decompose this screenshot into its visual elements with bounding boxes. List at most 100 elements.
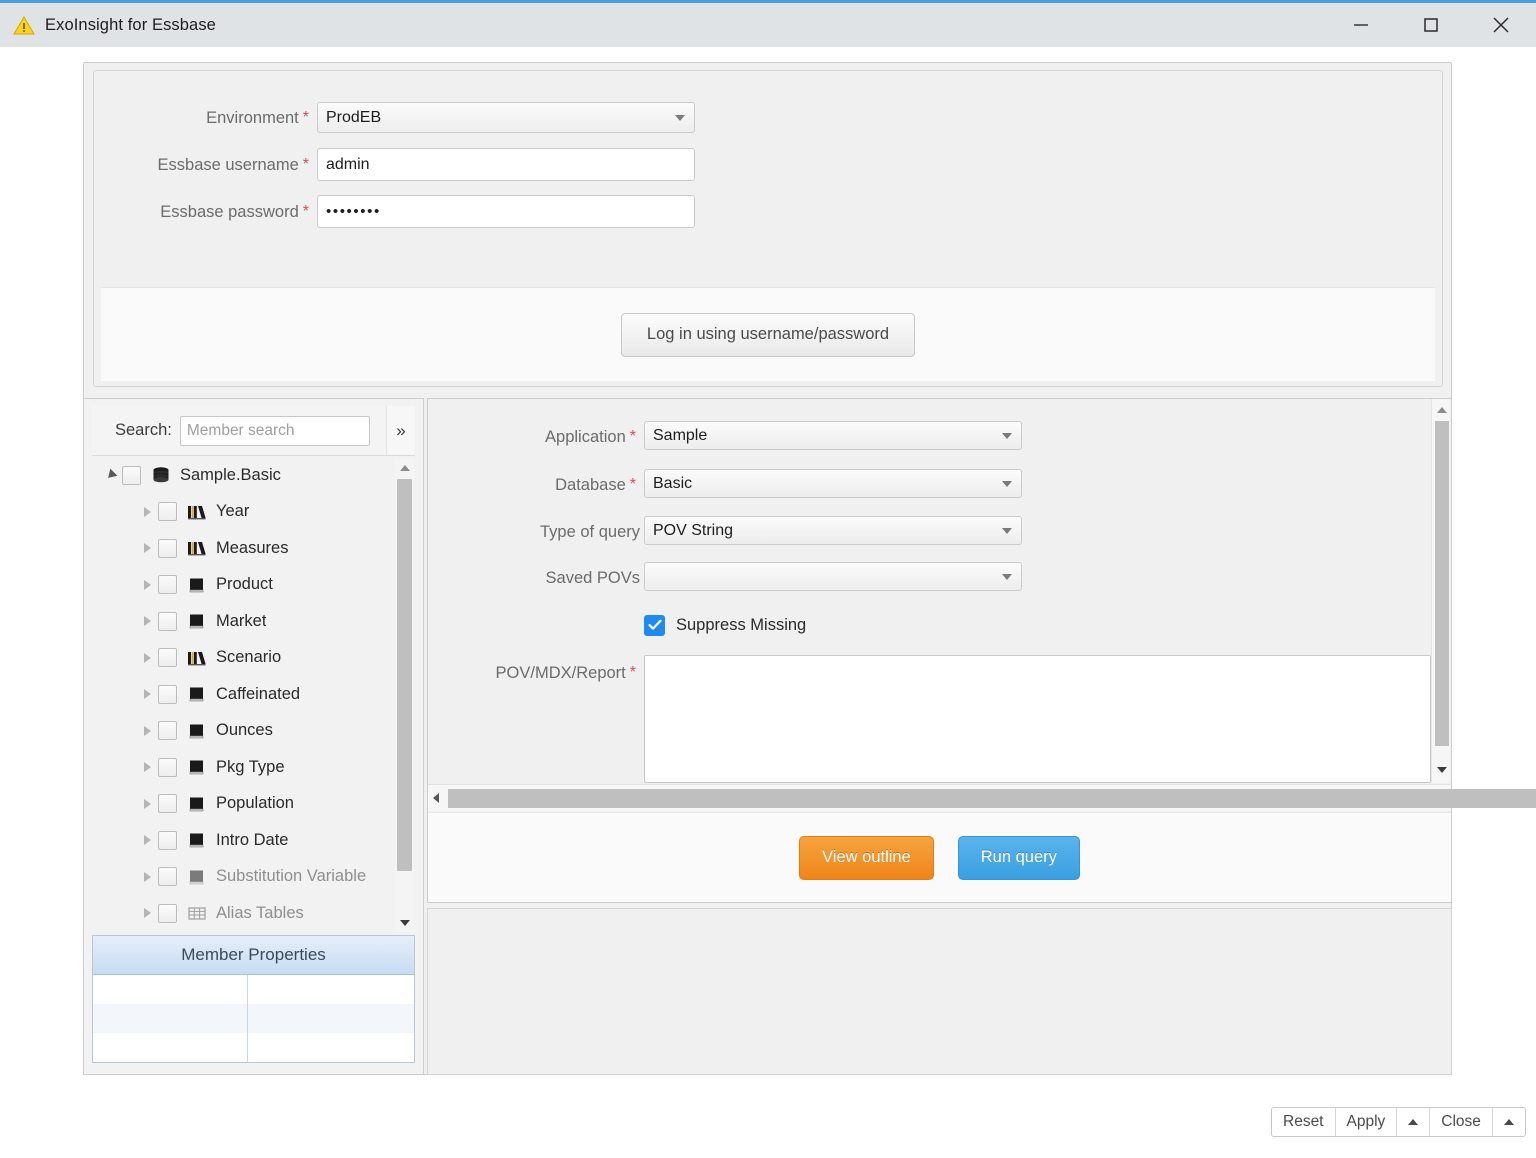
login-button[interactable]: Log in using username/password [620, 312, 916, 357]
tree-node-root[interactable]: Sample.Basic [92, 457, 415, 494]
results-panel [427, 908, 1452, 1075]
tree-checkbox[interactable] [158, 867, 177, 887]
dense-dimension-icon [187, 758, 207, 776]
password-required-marker: * [302, 203, 309, 220]
query-horizontal-scrollbar[interactable] [428, 784, 1536, 812]
tree-node-ounces[interactable]: Ounces [92, 713, 415, 750]
tree-node-measures[interactable]: Measures [92, 530, 415, 567]
view-outline-button[interactable]: View outline [799, 835, 934, 880]
dense-dimension-icon [187, 685, 207, 703]
saved-povs-label: Saved POVs [545, 568, 640, 587]
scroll-down-icon[interactable] [1432, 761, 1451, 779]
database-select[interactable]: Basic [644, 469, 1022, 498]
tree-expand-arrow-icon[interactable] [136, 689, 158, 700]
tree-expand-arrow-icon[interactable] [136, 835, 158, 846]
username-value: admin [326, 155, 370, 173]
tree-checkbox[interactable] [158, 502, 177, 522]
tree-expand-arrow-icon[interactable] [136, 506, 158, 517]
tree-checkbox[interactable] [158, 648, 177, 668]
sparse-dimension-icon [187, 649, 207, 667]
footer-dropdown-caret-icon[interactable] [1397, 1108, 1431, 1136]
query-scrollbar-thumb[interactable] [1435, 421, 1449, 746]
type-of-query-select[interactable]: POV String [644, 516, 1022, 545]
scroll-left-icon[interactable] [428, 793, 444, 803]
password-value: •••••••• [326, 203, 381, 220]
footer-dropdown-caret-icon[interactable] [1492, 1108, 1525, 1136]
password-input[interactable]: •••••••• [317, 195, 695, 228]
tree-checkbox[interactable] [158, 538, 177, 558]
caret-up-icon [1408, 1119, 1419, 1125]
database-icon [151, 466, 171, 484]
tree-expand-arrow-icon[interactable] [136, 579, 158, 590]
member-properties-row[interactable] [93, 1004, 414, 1033]
database-label: Database [555, 475, 626, 494]
tree-expand-arrow-icon[interactable] [136, 762, 158, 773]
query-hscroll-thumb[interactable] [448, 788, 1536, 808]
member-properties-row[interactable] [93, 975, 414, 1004]
run-query-button[interactable]: Run query [957, 835, 1080, 880]
tree-checkbox[interactable] [158, 611, 177, 631]
tree-checkbox[interactable] [158, 684, 177, 704]
scroll-up-icon[interactable] [1432, 401, 1451, 419]
pov-mdx-report-textarea[interactable] [644, 655, 1431, 783]
tree-expand-arrow-icon[interactable] [100, 468, 122, 482]
close-icon[interactable] [1466, 3, 1536, 47]
tree-node-population[interactable]: Population [92, 786, 415, 823]
tree-node-alias-tables[interactable]: Alias Tables [92, 895, 415, 932]
tree-checkbox[interactable] [158, 757, 177, 777]
application-select[interactable]: Sample [644, 421, 1022, 450]
suppress-missing-checkbox[interactable] [644, 614, 665, 636]
footer-button-close[interactable]: Close [1430, 1108, 1493, 1136]
footer-button-apply[interactable]: Apply [1335, 1108, 1398, 1136]
tree-scrollbar-thumb[interactable] [397, 479, 412, 871]
dense-dimension-icon [187, 831, 207, 849]
tree-checkbox[interactable] [158, 794, 177, 814]
footer-button-reset[interactable]: Reset [1272, 1108, 1336, 1136]
tree-vertical-scrollbar[interactable] [395, 458, 414, 932]
query-vertical-scrollbar[interactable] [1431, 399, 1450, 783]
suppress-missing-row[interactable]: Suppress Missing [644, 613, 806, 637]
environment-label: Environment [206, 108, 299, 127]
tree-checkbox[interactable] [158, 721, 177, 741]
tree-expand-arrow-icon[interactable] [136, 652, 158, 663]
query-hscroll-track[interactable] [444, 785, 1536, 812]
member-properties-table[interactable] [93, 975, 414, 1062]
tree-checkbox[interactable] [158, 830, 177, 850]
tree-checkbox[interactable] [158, 903, 177, 923]
dense-dimension-icon [187, 795, 207, 813]
dense-dimension-icon [187, 722, 207, 740]
tree-node-caffeinated[interactable]: Caffeinated [92, 676, 415, 713]
chevron-down-icon [1002, 432, 1012, 439]
tree-node-year[interactable]: Year [92, 494, 415, 531]
expand-search-panel-icon[interactable]: » [386, 406, 415, 455]
tree-expand-arrow-icon[interactable] [136, 871, 158, 882]
tree-node-pkg-type[interactable]: Pkg Type [92, 749, 415, 786]
username-input[interactable]: admin [317, 148, 695, 181]
maximize-icon[interactable] [1396, 3, 1466, 47]
tree-node-intro-date[interactable]: Intro Date [92, 822, 415, 859]
member-properties-row[interactable] [93, 1033, 414, 1062]
minimize-icon[interactable] [1326, 3, 1396, 47]
tree-node-label: Ounces [216, 721, 273, 740]
member-property-value [248, 975, 414, 1004]
member-property-name [93, 975, 248, 1004]
tree-expand-arrow-icon[interactable] [136, 543, 158, 554]
scroll-up-icon[interactable] [395, 458, 414, 477]
tree-node-product[interactable]: Product [92, 567, 415, 604]
search-input[interactable] [179, 415, 370, 446]
tree-expand-arrow-icon[interactable] [136, 616, 158, 627]
scroll-down-icon[interactable] [395, 913, 414, 932]
tree-expand-arrow-icon[interactable] [136, 908, 158, 919]
member-tree[interactable]: Sample.Basic Year Measures Product Market Sc… [92, 457, 415, 933]
tree-expand-arrow-icon[interactable] [136, 798, 158, 809]
tree-checkbox[interactable] [122, 465, 141, 485]
saved-povs-select[interactable] [644, 562, 1022, 591]
environment-select[interactable]: ProdEB [317, 102, 695, 133]
tree-node-substitution-variable[interactable]: Substitution Variable [92, 859, 415, 896]
environment-required-marker: * [302, 109, 309, 126]
tree-node-market[interactable]: Market [92, 603, 415, 640]
tree-node-scenario[interactable]: Scenario [92, 640, 415, 677]
tree-checkbox[interactable] [158, 575, 177, 595]
tree-expand-arrow-icon[interactable] [136, 725, 158, 736]
tree-node-label: Scenario [216, 648, 282, 667]
